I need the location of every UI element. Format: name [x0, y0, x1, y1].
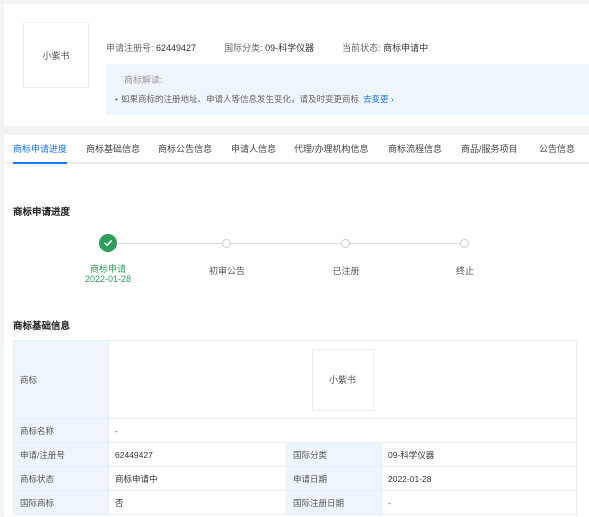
intl-class-label: 国际分类:: [224, 43, 266, 53]
step-dot-preliminary: [222, 239, 231, 248]
status-label: 当前状态:: [342, 43, 384, 53]
step-dot-registered: [341, 239, 350, 248]
step-label-terminated: 终止: [455, 266, 474, 276]
table-row: 申请/注册号 62449427 国际分类 09-科学仪器: [13, 442, 577, 467]
trademark-summary-card: 小紫书 申请注册号: 62449427 国际分类: 09-科学仪器 当前状态: …: [4, 4, 589, 126]
change-trademark-link[interactable]: 去变更 ›: [363, 94, 394, 104]
explain-text-body: 如果商标的注册地址、申请人等信息发生变化，请及时变更商标: [120, 94, 359, 104]
intl-mark-key: 国际商标: [13, 490, 109, 515]
intl-class-value: 09-科学仪器: [265, 43, 315, 53]
explain-text: • 如果商标的注册地址、申请人等信息发生变化，请及时变更商标 去变更 ›: [115, 93, 394, 105]
reg-no-label: 申请注册号:: [106, 43, 157, 53]
intl-class: 国际分类: 09-科学仪器: [224, 41, 314, 54]
trademark-meta: 申请注册号: 62449427 国际分类: 09-科学仪器 当前状态: 商标申请…: [106, 41, 456, 54]
apply-date-cell: 2022-01-28: [381, 466, 577, 491]
tab-application-progress[interactable]: 商标申请进度: [13, 135, 68, 164]
step-done-check-icon: [99, 234, 117, 252]
status-value: 商标申请中: [383, 43, 429, 53]
step-label-registered: 已注册: [332, 266, 360, 276]
step-date-application: 2022-01-28: [84, 274, 132, 284]
main-content: 商标申请进度 商标申请 2022-01-28 初审公告 已注册 终止 商标基础信…: [4, 164, 589, 517]
basic-info-table: 商标 小紫书 商标名称 - 申请/注册号 62449427 国际分类 09-科学…: [13, 340, 577, 515]
tab-applicant-info[interactable]: 申请人信息: [231, 135, 276, 163]
reg-no-cell: 62449427: [108, 442, 287, 467]
tab-notice-info[interactable]: 公告信息: [539, 135, 575, 163]
tab-goods-services[interactable]: 商品/服务项目: [461, 135, 518, 163]
bullet-icon: •: [115, 94, 118, 104]
tab-process-info[interactable]: 商标流程信息: [388, 135, 442, 163]
detail-tabs: 商标申请进度 商标基础信息 商标公告信息 申请人信息 代理/办理机构信息 商标流…: [4, 135, 589, 164]
trademark-image-text: 小紫书: [328, 375, 356, 385]
tab-basic-info[interactable]: 商标基础信息: [86, 135, 140, 163]
status-cell: 商标申请中: [108, 466, 287, 491]
reg-no: 申请注册号: 62449427: [106, 41, 196, 54]
table-row: 国际商标 否 国际注册日期 -: [13, 490, 577, 515]
apply-date-key: 申请日期: [286, 466, 382, 491]
table-row: 商标名称 -: [13, 418, 577, 443]
progress-line: [108, 243, 464, 244]
table-row: 商标 小紫书: [13, 340, 577, 419]
mark-label: 商标: [13, 340, 109, 419]
intl-reg-date-key: 国际注册日期: [286, 490, 382, 515]
mark-image-cell: 小紫书: [108, 340, 577, 419]
tab-announcement-info[interactable]: 商标公告信息: [158, 135, 212, 163]
current-status: 当前状态: 商标申请中: [342, 41, 428, 54]
step-dot-terminated: [460, 239, 469, 248]
name-value: -: [108, 418, 577, 443]
reg-no-value: 62449427: [156, 43, 197, 53]
tab-agency-info[interactable]: 代理/办理机构信息: [294, 135, 369, 163]
step-label-preliminary: 初审公告: [208, 266, 245, 276]
trademark-image: 小紫书: [311, 348, 374, 411]
trademark-explain-box: 商标解读: • 如果商标的注册地址、申请人等信息发生变化，请及时变更商标 去变更 ›: [106, 64, 589, 115]
progress-section-title: 商标申请进度: [13, 207, 71, 218]
table-row: 商标状态 商标申请中 申请日期 2022-01-28: [13, 466, 577, 491]
intl-reg-date-cell: -: [381, 490, 577, 515]
basic-info-section-title: 商标基础信息: [13, 321, 71, 332]
intl-class-cell: 09-科学仪器: [381, 442, 577, 467]
explain-title: 商标解读:: [124, 75, 163, 85]
intl-class-key: 国际分类: [286, 442, 382, 467]
intl-mark-cell: 否: [108, 490, 287, 515]
name-label: 商标名称: [13, 418, 109, 443]
trademark-logo-text: 小紫书: [42, 50, 70, 61]
trademark-logo: 小紫书: [23, 22, 89, 88]
reg-no-key: 申请/注册号: [13, 442, 109, 467]
status-key: 商标状态: [13, 466, 109, 491]
